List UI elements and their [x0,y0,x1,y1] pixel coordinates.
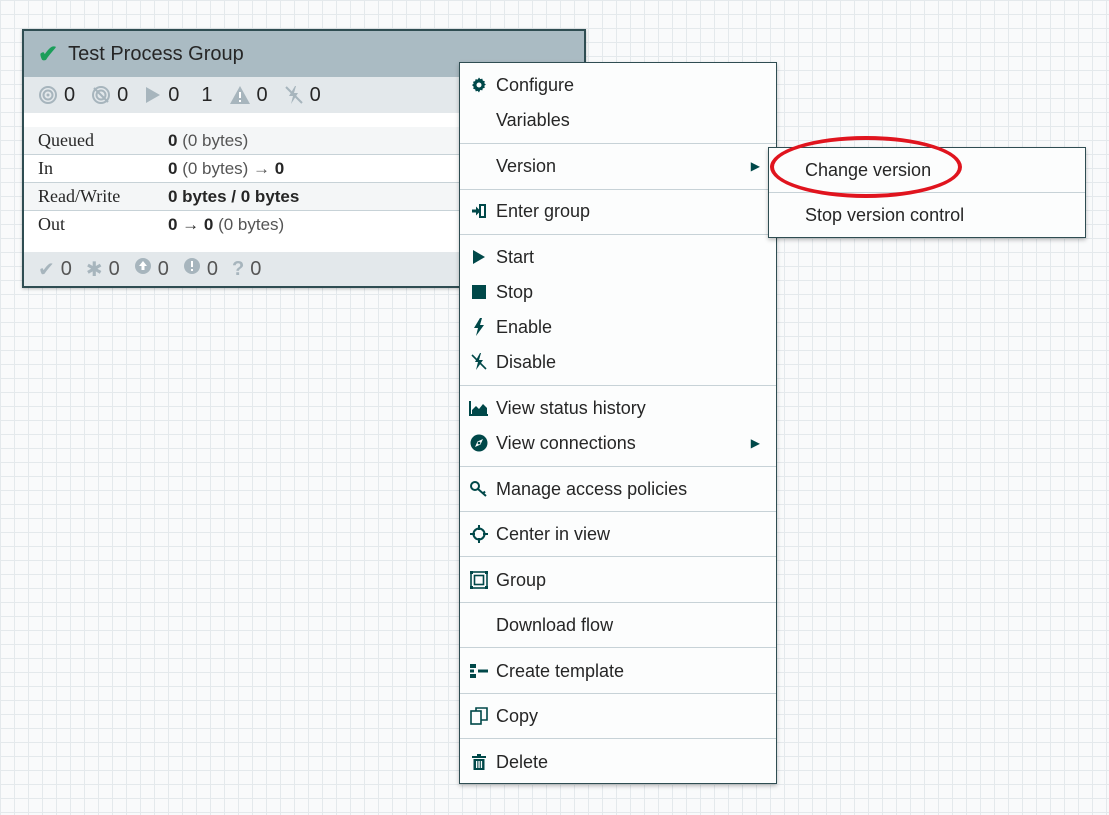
menu-divider [460,189,776,190]
menu-item-enter-group[interactable]: Enter group [460,195,776,227]
enter-icon [469,203,489,219]
locally-modified-icon: ✱ [85,258,103,281]
menu-item-download-flow[interactable]: Download flow [460,609,776,641]
stat-running: 0 [144,84,179,107]
submenu-arrow-icon: ▶ [750,159,760,173]
menu-item-manage-access-policies[interactable]: Manage access policies [460,473,776,505]
menu-item-view-status-history[interactable]: View status history [460,392,776,424]
menu-divider [460,647,776,648]
area-chart-icon [469,400,489,416]
menu-item-start[interactable]: Start [460,241,776,273]
stat-invalid: 0 [229,84,268,107]
not-transmitting-icon [91,85,111,105]
menu-item-copy[interactable]: Copy [460,700,776,732]
compass-icon [469,434,489,452]
copy-icon [469,707,489,725]
stop-icon [469,284,489,300]
menu-item-disable[interactable]: Disable [460,346,776,378]
stat-disabled: 0 [284,84,321,107]
menu-divider [460,385,776,386]
menu-item-enable[interactable]: Enable [460,311,776,343]
locally-modified-and-stale-icon [183,257,201,281]
menu-item-stop[interactable]: Stop [460,276,776,308]
stat-not-transmitting: 0 [91,84,128,107]
transmitting-icon [38,85,58,105]
context-menu: Configure Variables Version ▶ Enter grou… [459,62,777,784]
up-to-date-icon: ✔ [38,258,55,281]
menu-divider [460,511,776,512]
stat-stopped: 1 [201,83,213,106]
menu-divider [460,234,776,235]
menu-item-group[interactable]: Group [460,564,776,596]
submenu-item-stop-version-control[interactable]: Stop version control [769,195,1085,235]
menu-divider [460,143,776,144]
menu-item-delete[interactable]: Delete [460,746,776,778]
sync-failure-icon: ? [232,257,245,280]
gear-icon [469,77,489,93]
menu-item-center-in-view[interactable]: Center in view [460,518,776,550]
submenu-arrow-icon: ▶ [750,436,760,450]
stale-icon [134,257,152,281]
disabled-icon [284,85,304,105]
menu-item-create-template[interactable]: Create template [460,655,776,687]
trash-icon [469,754,489,770]
menu-divider [460,693,776,694]
menu-item-variables[interactable]: Variables [460,104,776,136]
highlight-ellipse [770,136,962,198]
stat-row-in: In 0 (0 bytes) → 0 [24,155,464,183]
menu-divider [460,602,776,603]
stat-row-out: Out 0 → 0 (0 bytes) [38,214,285,234]
disabled-lightning-icon [469,353,489,371]
key-icon [469,481,489,497]
running-icon [144,85,162,105]
stat-row-read-write: Read/Write 0 bytes / 0 bytes [24,183,464,211]
menu-divider [460,556,776,557]
menu-item-configure[interactable]: Configure [460,69,776,101]
crosshairs-icon [469,525,489,543]
stat-transmitting: 0 [38,84,75,107]
stat-row-queued: Queued 0 (0 bytes) [24,127,464,155]
menu-item-version[interactable]: Version ▶ [460,150,776,182]
group-icon [469,571,489,589]
play-icon [469,249,489,265]
template-icon [469,663,489,679]
lightning-icon [469,318,489,336]
invalid-icon [229,85,251,105]
process-group-title: Test Process Group [68,42,244,65]
menu-divider [460,466,776,467]
menu-item-view-connections[interactable]: View connections ▶ [460,427,776,459]
checkmark-icon: ✔ [38,40,59,68]
menu-divider [460,738,776,739]
